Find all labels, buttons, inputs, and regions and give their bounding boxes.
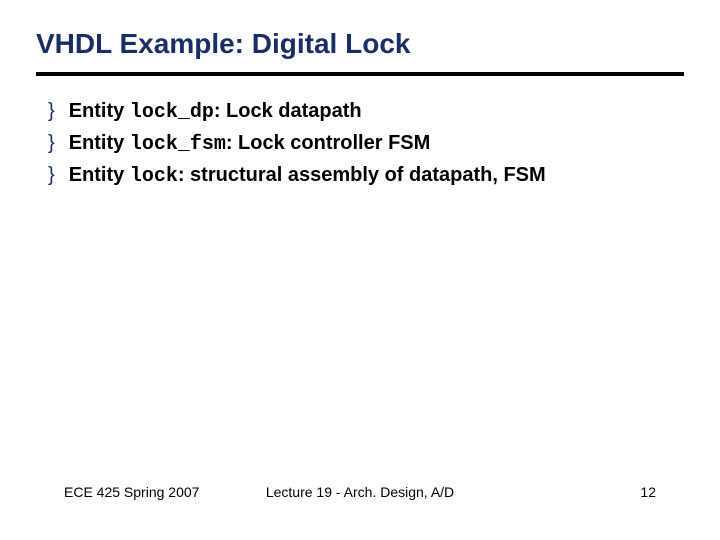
bullet-icon: }	[48, 162, 55, 189]
slide: VHDL Example: Digital Lock } Entity lock…	[0, 0, 720, 540]
bullet-text: Entity lock: structural assembly of data…	[69, 162, 546, 190]
list-item: } Entity lock: structural assembly of da…	[48, 162, 684, 190]
bullet-list: } Entity lock_dp: Lock datapath } Entity…	[36, 98, 684, 190]
page-title: VHDL Example: Digital Lock	[36, 28, 684, 76]
bullet-text: Entity lock_dp: Lock datapath	[69, 98, 362, 126]
footer: ECE 425 Spring 2007 Lecture 19 - Arch. D…	[0, 484, 720, 500]
bullet-icon: }	[48, 130, 55, 157]
page-number: 12	[640, 484, 656, 500]
bullet-text: Entity lock_fsm: Lock controller FSM	[69, 130, 431, 158]
footer-left: ECE 425 Spring 2007	[64, 484, 199, 500]
bullet-icon: }	[48, 98, 55, 125]
list-item: } Entity lock_dp: Lock datapath	[48, 98, 684, 126]
list-item: } Entity lock_fsm: Lock controller FSM	[48, 130, 684, 158]
footer-center: Lecture 19 - Arch. Design, A/D	[266, 484, 454, 500]
